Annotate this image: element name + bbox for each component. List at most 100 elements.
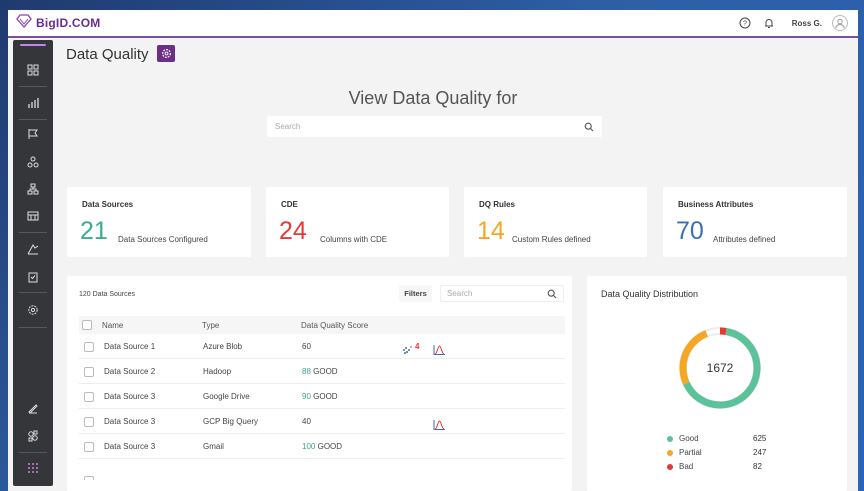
legend-value: 625 [753,434,767,443]
svg-text:?: ? [743,21,747,28]
user-name[interactable]: Ross G. [792,19,822,28]
catalog-icon[interactable] [25,208,41,224]
legend-partial: Partial 247 [667,448,787,460]
card-description: Columns with CDE [320,235,388,244]
source-name[interactable]: Data Source 1 [104,342,155,351]
source-name[interactable]: Data Source 3 [104,417,155,426]
sidebar-divider [19,327,47,328]
page-title: Data Quality [66,46,149,63]
brand-name: BigID.COM [36,16,101,30]
score-status: GOOD [313,392,338,401]
source-name[interactable]: Data Source 3 [104,392,155,401]
table-row[interactable]: Data Source 3 GCP Big Query 40 [79,409,565,434]
header-score[interactable]: Data Quality Score [301,321,368,330]
quality-score: 40 [302,417,311,426]
card-label: Data Sources [82,200,134,209]
integrations-icon[interactable] [25,428,41,444]
legend-label: Bad [679,462,694,471]
pen-icon[interactable] [25,400,41,416]
table-row[interactable]: Data Source 3 Gmail 100 GOOD [79,434,565,459]
hero-heading: View Data Quality for [348,88,518,108]
distribution-chart-icon[interactable] [433,342,445,360]
card-cde[interactable]: CDE 24 Columns with CDE [266,187,449,257]
legend-dot [667,464,673,470]
quality-score: 90 GOOD [302,392,338,401]
search-icon[interactable] [547,289,557,299]
card-business-attributes[interactable]: Business Attributes 70 Attributes define… [663,187,847,257]
table-header: Name Type Data Quality Score [79,316,565,334]
filters-button[interactable]: Filters [399,285,432,302]
dq-settings-button[interactable] [157,45,175,62]
card-data-sources[interactable]: Data Sources 21 Data Sources Configured [67,187,251,257]
hierarchy-icon[interactable] [25,181,41,197]
app-window: BigID.COM ? Ross G. Data Quality View Da… [8,10,858,491]
table-search-input[interactable]: Search [440,285,564,302]
sidebar-divider [19,86,47,87]
bell-icon[interactable] [762,16,776,30]
settings-gear-icon[interactable] [25,302,41,318]
card-number: 21 [80,217,108,245]
legend-good: Good 625 [667,434,787,446]
search-placeholder: Search [275,122,301,131]
source-type: Gmail [203,442,224,451]
card-number: 14 [477,217,505,245]
quality-score: 60 [302,342,311,351]
card-number: 24 [279,217,307,245]
quality-score: 100 GOOD [302,442,342,451]
user-avatar-icon[interactable] [832,15,848,31]
table-row[interactable]: Data Source 3 Google Drive 90 GOOD [79,384,565,409]
legend-value: 247 [753,448,767,457]
distribution-chart-icon[interactable] [433,417,445,435]
legend-label: Good [679,434,699,443]
table-row[interactable]: Data Source 2 Hadoop 88 GOOD [79,359,565,384]
legend-label: Partial [679,448,702,457]
brand-logo[interactable]: BigID.COM [16,13,101,33]
quality-score: 88 GOOD [302,367,338,376]
dashboard-icon[interactable] [25,62,41,78]
row-checkbox[interactable] [84,342,94,352]
bigid-logo-icon [16,13,32,33]
legend-dot [667,450,673,456]
card-label: Business Attributes [678,200,754,209]
clipboard-icon[interactable] [25,269,41,285]
score-value: 88 [302,367,311,376]
row-checkbox[interactable] [84,417,94,427]
remediation-icon[interactable] [25,241,41,257]
header-type[interactable]: Type [202,321,219,330]
row-checkbox-partial[interactable] [84,476,94,480]
donut-total: 1672 [707,361,734,375]
main-search-input[interactable]: Search [267,116,602,137]
row-checkbox[interactable] [84,442,94,452]
score-status: GOOD [313,367,338,376]
flag-icon[interactable] [25,126,41,142]
legend-value: 82 [753,462,762,471]
quality-distribution-panel: Data Quality Distribution 1672 Good 625 … [587,276,847,491]
search-icon[interactable] [584,122,594,132]
scatter-icon[interactable] [402,342,414,360]
table-row[interactable]: Data Source 1 Azure Blob 60 4 [79,334,565,359]
row-checkbox[interactable] [84,392,94,402]
card-number: 70 [676,217,704,245]
graph-icon[interactable] [25,154,41,170]
sidebar-divider [19,232,47,233]
data-sources-panel: 120 Data Sources Filters Search Name Typ… [67,276,572,491]
card-dq-rules[interactable]: DQ Rules 14 Custom Rules defined [464,187,647,257]
help-icon[interactable]: ? [738,16,752,30]
header-name[interactable]: Name [102,321,123,330]
source-name[interactable]: Data Source 3 [104,442,155,451]
sidebar-accent [20,44,46,46]
score-status: GOOD [317,442,343,451]
top-bar: BigID.COM ? Ross G. [8,10,858,38]
source-type: GCP Big Query [203,417,258,426]
row-checkbox[interactable] [84,367,94,377]
select-all-checkbox[interactable] [82,320,92,330]
sidebar-divider [19,452,47,453]
apps-grid-icon[interactable] [25,460,41,476]
distribution-title: Data Quality Distribution [601,289,699,299]
distribution-donut[interactable]: 1672 [675,323,765,413]
gear-icon [161,49,171,58]
search-placeholder: Search [447,289,473,298]
score-value: 90 [302,392,311,401]
sidebar-divider [19,119,47,120]
source-name[interactable]: Data Source 2 [104,367,155,376]
